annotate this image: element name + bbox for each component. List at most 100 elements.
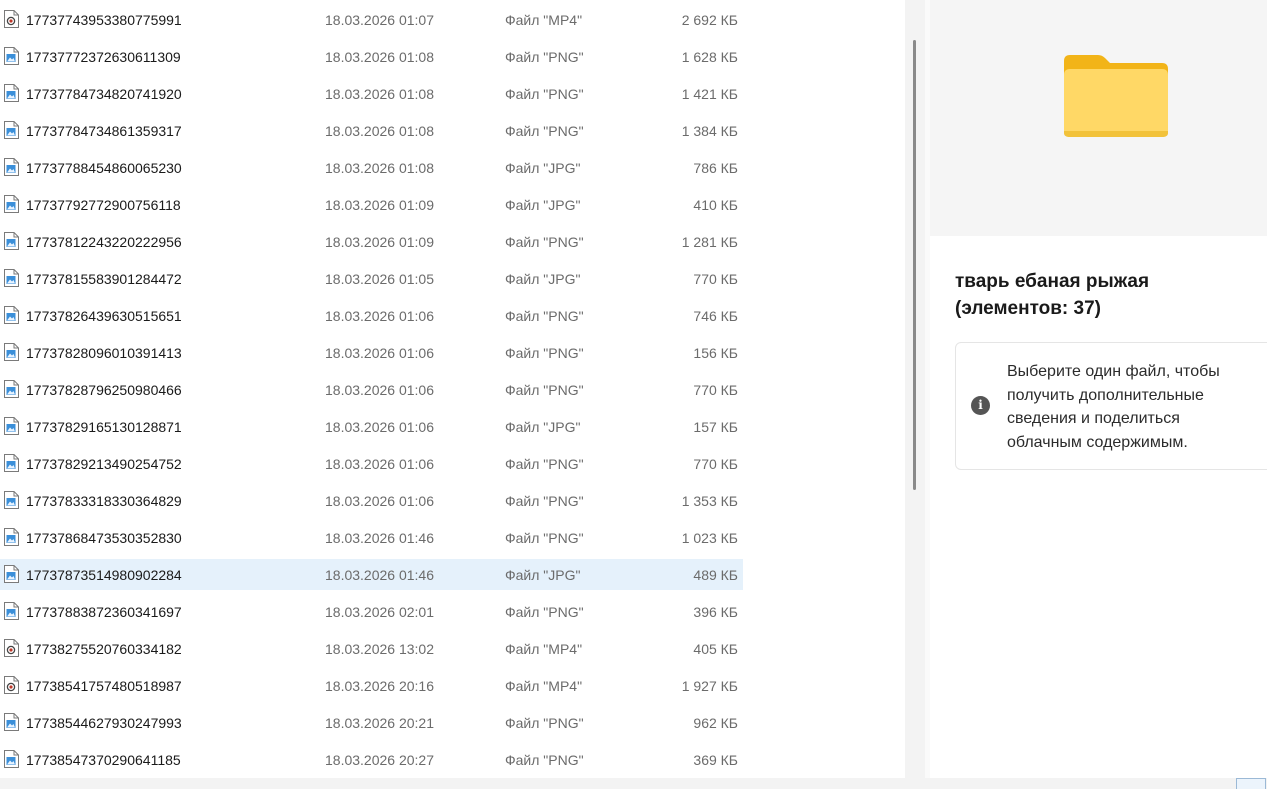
file-date-modified: 18.03.2026 20:16 <box>325 677 434 694</box>
file-type: Файл "PNG" <box>505 492 584 509</box>
file-size: 962 КБ <box>693 714 738 731</box>
file-date-modified: 18.03.2026 01:09 <box>325 196 434 213</box>
file-size: 396 КБ <box>693 603 738 620</box>
status-strip <box>0 778 1267 789</box>
file-row[interactable]: 17737815583901284472 18.03.2026 01:05 Файл… <box>0 263 743 294</box>
image-file-icon <box>4 343 19 361</box>
file-date-modified: 18.03.2026 01:06 <box>325 344 434 361</box>
file-name: 17737828796250980466 <box>26 381 182 398</box>
file-name: 17737772372630611309 <box>26 48 181 65</box>
file-row[interactable]: 17737873514980902284 18.03.2026 01:46 Файл… <box>0 559 743 590</box>
file-date-modified: 18.03.2026 02:01 <box>325 603 434 620</box>
file-row[interactable]: 17737772372630611309 18.03.2026 01:08 Файл… <box>0 41 743 72</box>
file-row[interactable]: 17737784734861359317 18.03.2026 01:08 Файл… <box>0 115 743 146</box>
file-type: Файл "PNG" <box>505 714 584 731</box>
file-size: 410 КБ <box>693 196 738 213</box>
info-card: i Выберите один файл, чтобы получить доп… <box>955 342 1267 470</box>
file-size: 369 КБ <box>693 751 738 768</box>
file-name: 17738544627930247993 <box>26 714 182 731</box>
file-row[interactable]: 17737829213490254752 18.03.2026 01:06 Файл… <box>0 448 743 479</box>
folder-icon <box>1064 55 1168 137</box>
image-file-icon <box>4 454 19 472</box>
file-size: 1 353 КБ <box>681 492 738 509</box>
file-type: Файл "JPG" <box>505 566 581 583</box>
file-row[interactable]: 17738544627930247993 18.03.2026 20:21 Файл… <box>0 707 743 738</box>
file-type: Файл "PNG" <box>505 529 584 546</box>
file-size: 1 628 КБ <box>681 48 738 65</box>
video-file-icon <box>4 10 19 28</box>
file-size: 1 281 КБ <box>681 233 738 250</box>
file-date-modified: 18.03.2026 01:08 <box>325 122 434 139</box>
file-row[interactable]: 17737868473530352830 18.03.2026 01:46 Файл… <box>0 522 743 553</box>
image-file-icon <box>4 232 19 250</box>
image-file-icon <box>4 269 19 287</box>
file-type: Файл "PNG" <box>505 85 584 102</box>
file-row[interactable]: 17737829165130128871 18.03.2026 01:06 Файл… <box>0 411 743 442</box>
file-row[interactable]: 17737792772900756118 18.03.2026 01:09 Файл… <box>0 189 743 220</box>
file-list[interactable]: 17737743953380775991 18.03.2026 01:07 Файл… <box>0 0 905 778</box>
video-file-icon <box>4 639 19 657</box>
image-file-icon <box>4 380 19 398</box>
file-size: 770 КБ <box>693 455 738 472</box>
file-name: 17737829165130128871 <box>26 418 182 435</box>
file-row[interactable]: 17737788454860065230 18.03.2026 01:08 Файл… <box>0 152 743 183</box>
file-date-modified: 18.03.2026 13:02 <box>325 640 434 657</box>
file-name: 17737784734861359317 <box>26 122 182 139</box>
file-row[interactable]: 17738275520760334182 18.03.2026 13:02 Файл… <box>0 633 743 664</box>
file-row[interactable]: 17738547370290641185 18.03.2026 20:27 Файл… <box>0 744 743 775</box>
file-row[interactable]: 17737833318330364829 18.03.2026 01:06 Файл… <box>0 485 743 516</box>
file-size: 1 384 КБ <box>681 122 738 139</box>
file-type: Файл "JPG" <box>505 196 581 213</box>
file-name: 17737826439630515651 <box>26 307 182 324</box>
file-date-modified: 18.03.2026 01:06 <box>325 307 434 324</box>
file-date-modified: 18.03.2026 01:06 <box>325 418 434 435</box>
file-name: 17737815583901284472 <box>26 270 182 287</box>
file-row[interactable]: 17737828796250980466 18.03.2026 01:06 Файл… <box>0 374 743 405</box>
file-row[interactable]: 17737828096010391413 18.03.2026 01:06 Файл… <box>0 337 743 368</box>
file-size: 786 КБ <box>693 159 738 176</box>
image-file-icon <box>4 47 19 65</box>
file-name: 17738275520760334182 <box>26 640 182 657</box>
file-type: Файл "PNG" <box>505 122 584 139</box>
file-row[interactable]: 17737784734820741920 18.03.2026 01:08 Файл… <box>0 78 743 109</box>
file-date-modified: 18.03.2026 01:06 <box>325 492 434 509</box>
file-row[interactable]: 17738541757480518987 18.03.2026 20:16 Файл… <box>0 670 743 701</box>
file-name: 17737828096010391413 <box>26 344 182 361</box>
file-row[interactable]: 17737883872360341697 18.03.2026 02:01 Файл… <box>0 596 743 627</box>
image-file-icon <box>4 306 19 324</box>
file-type: Файл "PNG" <box>505 307 584 324</box>
file-type: Файл "MP4" <box>505 677 583 694</box>
file-size: 746 КБ <box>693 307 738 324</box>
file-name: 17737883872360341697 <box>26 603 182 620</box>
image-file-icon <box>4 84 19 102</box>
file-name: 17737784734820741920 <box>26 85 182 102</box>
file-date-modified: 18.03.2026 01:06 <box>325 381 434 398</box>
file-size: 489 КБ <box>693 566 738 583</box>
file-type: Файл "JPG" <box>505 270 581 287</box>
file-date-modified: 18.03.2026 20:27 <box>325 751 434 768</box>
file-size: 157 КБ <box>693 418 738 435</box>
info-message: Выберите один файл, чтобы получить допол… <box>1007 363 1220 451</box>
details-pane: тварь ебаная рыжая (элементов: 37) i Выб… <box>930 0 1267 778</box>
file-name: 17737743953380775991 <box>26 11 182 28</box>
file-name: 17737833318330364829 <box>26 492 182 509</box>
scrollbar-thumb[interactable] <box>913 40 916 490</box>
file-type: Файл "PNG" <box>505 48 584 65</box>
file-type: Файл "PNG" <box>505 603 584 620</box>
file-row[interactable]: 17737812243220222956 18.03.2026 01:09 Файл… <box>0 226 743 257</box>
file-date-modified: 18.03.2026 01:46 <box>325 566 434 583</box>
file-name: 17737873514980902284 <box>26 566 182 583</box>
file-date-modified: 18.03.2026 01:05 <box>325 270 434 287</box>
file-type: Файл "PNG" <box>505 455 584 472</box>
view-toggle-button[interactable] <box>1236 778 1266 789</box>
file-size: 1 927 КБ <box>681 677 738 694</box>
file-row[interactable]: 17737743953380775991 18.03.2026 01:07 Файл… <box>0 4 743 35</box>
file-size: 2 692 КБ <box>681 11 738 28</box>
image-file-icon <box>4 713 19 731</box>
file-size: 1 023 КБ <box>681 529 738 546</box>
image-file-icon <box>4 158 19 176</box>
file-name: 17738547370290641185 <box>26 751 181 768</box>
info-icon: i <box>971 396 990 415</box>
file-row[interactable]: 17737826439630515651 18.03.2026 01:06 Файл… <box>0 300 743 331</box>
image-file-icon <box>4 565 19 583</box>
